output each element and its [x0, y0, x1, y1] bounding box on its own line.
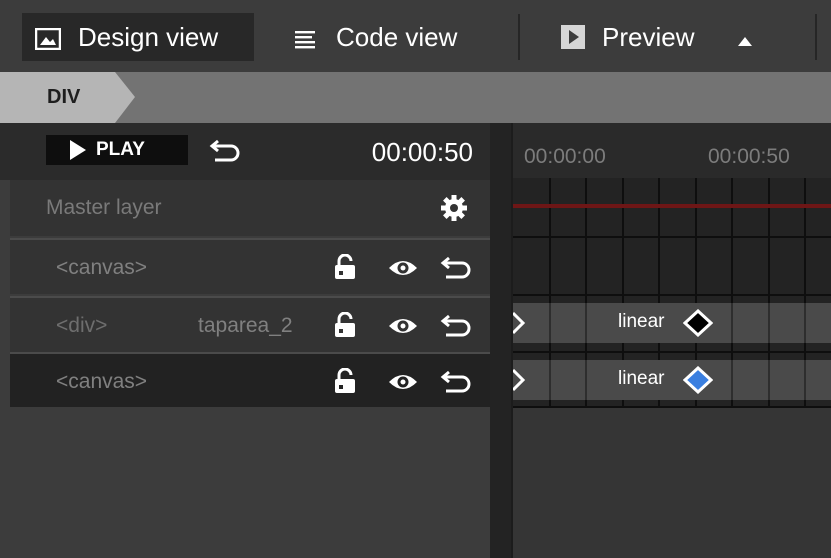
triangle-up-icon[interactable] [738, 22, 753, 53]
undo-icon[interactable] [440, 313, 474, 342]
keyframe-diamond-icon[interactable] [682, 308, 714, 342]
code-view-button[interactable]: Code view [293, 13, 493, 61]
grid-row-line [513, 236, 831, 238]
undo-icon[interactable] [209, 138, 243, 167]
play-label: PLAY [96, 139, 145, 160]
timeline-controls: PLAY 00:00:50 [0, 123, 490, 180]
design-view-label: Design view [78, 21, 219, 52]
undo-icon[interactable] [440, 255, 474, 284]
layer-tag: <canvas> [56, 256, 148, 279]
preview-button[interactable]: Preview [561, 13, 791, 61]
eye-icon[interactable] [388, 372, 418, 397]
play-box-icon [561, 25, 585, 49]
layer-row[interactable]: <div> taparea_2 [10, 296, 490, 352]
current-time: 00:00:50 [371, 137, 473, 167]
keyframe-start-icon[interactable] [513, 368, 527, 397]
ruler-label-start: 00:00:00 [524, 145, 606, 168]
layer-row-master[interactable]: Master layer [10, 180, 490, 236]
timeline-grid[interactable]: linear linear [513, 178, 831, 408]
undo-icon[interactable] [440, 369, 474, 398]
breadcrumb: DIV [0, 72, 831, 123]
keyframe-track[interactable]: linear [513, 360, 831, 400]
keyframe-start-icon[interactable] [513, 311, 527, 340]
timeline-panel: 00:00:00 00:00:50 linear linear [513, 123, 831, 558]
top-toolbar: Design view Code view Preview [0, 0, 831, 72]
panel-splitter[interactable] [490, 123, 512, 558]
master-track-line [513, 204, 831, 208]
grid-row-line [513, 406, 831, 408]
code-view-label: Code view [336, 21, 458, 52]
grid-row-line [513, 294, 831, 296]
image-icon [34, 26, 62, 51]
layers-panel: PLAY 00:00:50 Master layer <canvas> <div… [0, 123, 490, 558]
layer-row-selected[interactable]: <canvas> [10, 352, 490, 407]
keyframe-track[interactable]: linear [513, 303, 831, 343]
ruler-label-mark: 00:00:50 [708, 145, 790, 168]
eye-icon[interactable] [388, 258, 418, 283]
toolbar-separator [815, 14, 817, 60]
easing-label: linear [618, 368, 665, 389]
lock-icon[interactable] [333, 311, 357, 343]
breadcrumb-label: DIV [47, 86, 81, 108]
lines-icon [293, 26, 319, 49]
layer-id: taparea_2 [198, 314, 293, 337]
breadcrumb-item-div[interactable]: DIV [0, 72, 135, 123]
play-icon [70, 140, 86, 160]
gear-icon[interactable] [441, 195, 467, 226]
timeline-ruler[interactable]: 00:00:00 00:00:50 [513, 123, 831, 178]
easing-label: linear [618, 311, 665, 332]
toolbar-separator [518, 14, 520, 60]
grid-row-line [513, 351, 831, 353]
design-view-button[interactable]: Design view [22, 13, 254, 61]
play-button[interactable]: PLAY [46, 135, 188, 165]
layer-tag: <canvas> [56, 370, 148, 393]
layer-row[interactable]: <canvas> [10, 238, 490, 294]
lock-icon[interactable] [333, 253, 357, 285]
eye-icon[interactable] [388, 316, 418, 341]
lock-icon[interactable] [333, 367, 357, 399]
layer-tag: <div> [56, 314, 108, 337]
layer-name: Master layer [46, 196, 162, 219]
keyframe-diamond-selected-icon[interactable] [682, 365, 714, 399]
preview-label: Preview [602, 21, 695, 52]
